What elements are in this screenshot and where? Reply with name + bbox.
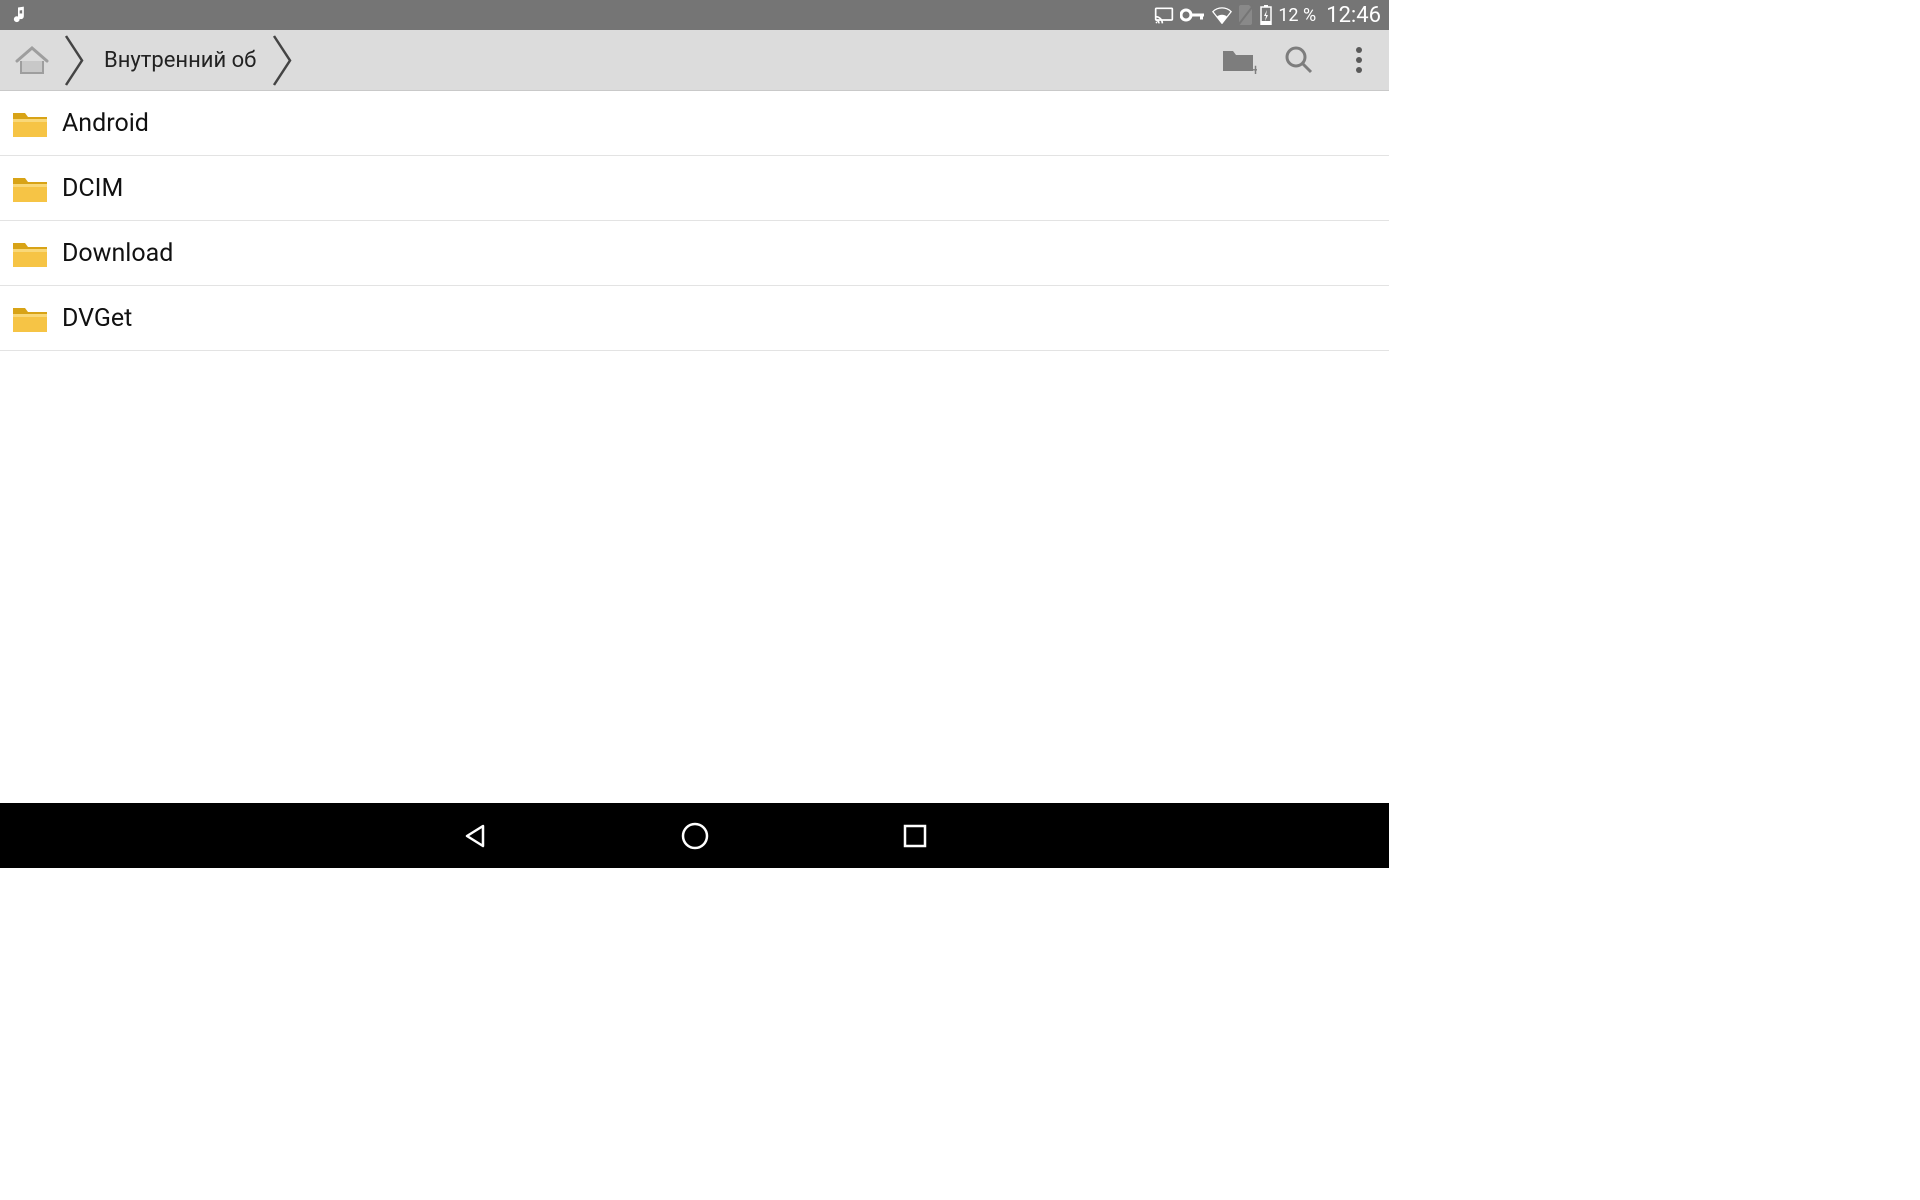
svg-text:+: + bbox=[1251, 60, 1257, 75]
breadcrumb-home-button[interactable] bbox=[0, 30, 64, 91]
android-status-bar: 12 % 12:46 bbox=[0, 0, 1389, 30]
folder-row[interactable]: Android bbox=[0, 91, 1389, 156]
no-sim-icon bbox=[1238, 5, 1254, 25]
overflow-menu-button[interactable] bbox=[1329, 30, 1389, 91]
folder-name: Download bbox=[62, 239, 173, 268]
breadcrumb-current-label: Внутренний об bbox=[104, 48, 256, 73]
search-button[interactable] bbox=[1269, 30, 1329, 91]
folder-icon bbox=[12, 303, 48, 333]
wifi-icon bbox=[1212, 6, 1232, 24]
app-toolbar: Внутренний об + bbox=[0, 30, 1389, 91]
battery-percent-text: 12 % bbox=[1278, 5, 1316, 26]
home-icon bbox=[15, 45, 49, 75]
nav-recent-button[interactable] bbox=[895, 816, 935, 856]
folder-icon bbox=[12, 238, 48, 268]
back-triangle-icon bbox=[461, 822, 489, 850]
file-list[interactable]: Android DCIM Download DVGet bbox=[0, 91, 1389, 803]
recent-square-icon bbox=[902, 823, 928, 849]
folder-row[interactable]: Download bbox=[0, 221, 1389, 286]
clock-text: 12:46 bbox=[1326, 3, 1381, 28]
folder-name: DCIM bbox=[62, 174, 123, 203]
folder-icon bbox=[12, 173, 48, 203]
breadcrumb-current[interactable]: Внутренний об bbox=[86, 30, 272, 91]
folder-name: Android bbox=[62, 109, 149, 138]
new-folder-icon: + bbox=[1221, 45, 1257, 75]
breadcrumb-separator-icon bbox=[64, 30, 86, 91]
folder-row[interactable]: DVGet bbox=[0, 286, 1389, 351]
new-folder-button[interactable]: + bbox=[1209, 30, 1269, 91]
nav-back-button[interactable] bbox=[455, 816, 495, 856]
search-icon bbox=[1284, 45, 1314, 75]
folder-icon bbox=[12, 108, 48, 138]
battery-charging-icon bbox=[1260, 5, 1272, 25]
android-nav-bar bbox=[0, 803, 1389, 868]
home-circle-icon bbox=[680, 821, 710, 851]
more-vert-icon bbox=[1355, 46, 1363, 74]
cast-icon bbox=[1154, 5, 1174, 25]
nav-home-button[interactable] bbox=[675, 816, 715, 856]
vpn-key-icon bbox=[1180, 7, 1206, 23]
music-note-icon bbox=[8, 5, 28, 25]
folder-name: DVGet bbox=[62, 304, 132, 333]
folder-row[interactable]: DCIM bbox=[0, 156, 1389, 221]
breadcrumb-separator-icon bbox=[272, 30, 294, 91]
